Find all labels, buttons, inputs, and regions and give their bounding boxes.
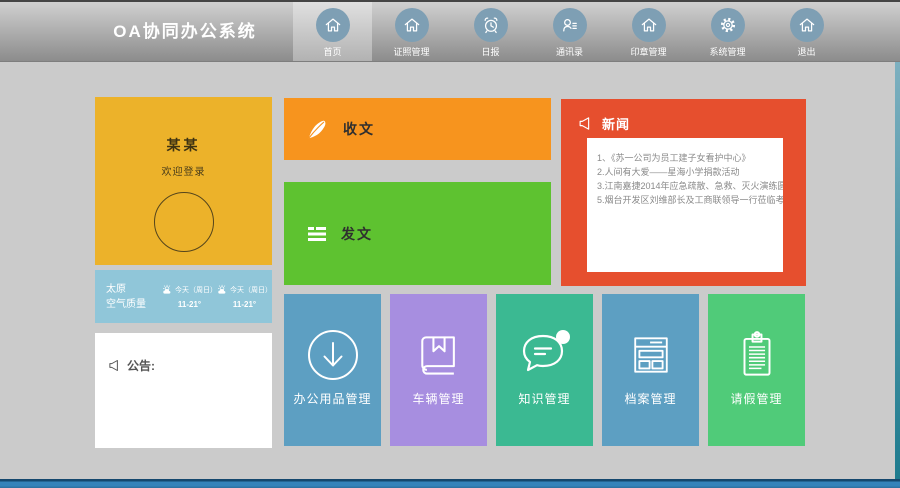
city-name: 太原 bbox=[106, 282, 162, 297]
oa-dashboard-page: OA协同办公系统 首页 证照管理 日报 bbox=[0, 0, 900, 488]
chat-bubble-icon bbox=[496, 326, 593, 384]
nav-label: 系统管理 bbox=[709, 45, 745, 58]
welcome-text: 欢迎登录 bbox=[95, 163, 272, 178]
weather-city-block: 太原 空气质量 bbox=[95, 282, 162, 312]
list-icon bbox=[305, 222, 329, 246]
clock-icon bbox=[474, 8, 508, 42]
gear-icon bbox=[711, 8, 745, 42]
home-icon bbox=[632, 8, 666, 42]
nav-label: 通讯录 bbox=[556, 45, 583, 58]
module-label: 知识管理 bbox=[496, 390, 593, 407]
module-office-supplies[interactable]: 办公用品管理 bbox=[284, 294, 381, 446]
nav-item-system[interactable]: 系统管理 bbox=[688, 2, 767, 61]
weather-card: 太原 空气质量 今天（周日） 11-21° 今天（周日） 11-21° bbox=[95, 270, 272, 323]
home-icon bbox=[790, 8, 824, 42]
nav-item-home[interactable]: 首页 bbox=[293, 2, 372, 61]
app-title: OA协同办公系统 bbox=[85, 2, 285, 61]
news-item[interactable]: 2.人间有大爱——星海小学捐款活动 bbox=[597, 165, 777, 179]
news-item[interactable]: 5.烟台开发区刘维部长及工商联领导一行莅临考察指导 bbox=[597, 193, 777, 207]
right-accent-strip bbox=[895, 62, 900, 479]
sun-cloud-icon bbox=[217, 284, 228, 295]
forecast-day-label: 今天（周日） bbox=[175, 285, 217, 295]
notice-title: 公告: bbox=[127, 357, 155, 374]
notice-card: 公告: bbox=[95, 333, 272, 448]
nav-item-logout[interactable]: 退出 bbox=[767, 2, 846, 61]
module-label: 办公用品管理 bbox=[284, 390, 381, 407]
news-item[interactable]: 1、《苏一公司为员工建子女看护中心》 bbox=[597, 151, 777, 165]
top-nav: 首页 证照管理 日报 通讯录 bbox=[293, 2, 846, 61]
avatar bbox=[154, 192, 214, 252]
sun-cloud-icon bbox=[162, 284, 173, 295]
nav-label: 印章管理 bbox=[630, 45, 666, 58]
forecast-temp: 11-21° bbox=[162, 300, 217, 309]
nav-label: 退出 bbox=[797, 45, 815, 58]
home-icon bbox=[395, 8, 429, 42]
news-card: 新闻 1、《苏一公司为员工建子女看护中心》 2.人间有大爱——星海小学捐款活动 … bbox=[561, 99, 806, 286]
outbox-card[interactable]: 发文 bbox=[284, 182, 551, 285]
nav-item-daily-report[interactable]: 日报 bbox=[451, 2, 530, 61]
megaphone-icon bbox=[108, 358, 123, 373]
arrow-down-circle-icon bbox=[284, 326, 381, 384]
news-title: 新闻 bbox=[602, 114, 630, 133]
air-quality-label: 空气质量 bbox=[106, 297, 162, 312]
profile-card: 某某 欢迎登录 bbox=[95, 97, 272, 265]
archive-window-icon bbox=[602, 326, 699, 384]
inbox-label: 收文 bbox=[343, 119, 375, 139]
nav-item-seal[interactable]: 印章管理 bbox=[609, 2, 688, 61]
nav-item-certificates[interactable]: 证照管理 bbox=[372, 2, 451, 61]
inbox-card[interactable]: 收文 bbox=[284, 98, 551, 160]
nav-item-contacts[interactable]: 通讯录 bbox=[530, 2, 609, 61]
user-name: 某某 bbox=[95, 97, 272, 155]
bottom-accent-bar bbox=[0, 479, 900, 488]
clipboard-icon bbox=[708, 326, 805, 384]
forecast-day-label: 今天（周日） bbox=[230, 285, 272, 295]
header-bar: OA协同办公系统 首页 证照管理 日报 bbox=[0, 0, 900, 62]
megaphone-icon bbox=[578, 115, 595, 132]
module-knowledge[interactable]: 知识管理 bbox=[496, 294, 593, 446]
nav-label: 证照管理 bbox=[393, 45, 429, 58]
nav-label: 首页 bbox=[323, 45, 341, 58]
forecast-today: 今天（周日） 11-21° bbox=[162, 284, 217, 309]
feather-icon bbox=[305, 116, 331, 142]
module-label: 车辆管理 bbox=[390, 390, 487, 407]
nav-label: 日报 bbox=[481, 45, 499, 58]
contacts-icon bbox=[553, 8, 587, 42]
module-vehicles[interactable]: 车辆管理 bbox=[390, 294, 487, 446]
module-archives[interactable]: 档案管理 bbox=[602, 294, 699, 446]
news-item[interactable]: 3.江南嘉捷2014年应急疏散、急救、灭火演练圆满落幕 bbox=[597, 179, 777, 193]
module-leave[interactable]: 请假管理 bbox=[708, 294, 805, 446]
module-label: 请假管理 bbox=[708, 390, 805, 407]
outbox-label: 发文 bbox=[341, 224, 373, 244]
home-icon bbox=[316, 8, 350, 42]
forecast-temp: 11-21° bbox=[217, 300, 272, 309]
news-panel: 1、《苏一公司为员工建子女看护中心》 2.人间有大爱——星海小学捐款活动 3.江… bbox=[587, 138, 783, 272]
book-icon bbox=[390, 326, 487, 384]
module-label: 档案管理 bbox=[602, 390, 699, 407]
forecast-today-2: 今天（周日） 11-21° bbox=[217, 284, 272, 309]
